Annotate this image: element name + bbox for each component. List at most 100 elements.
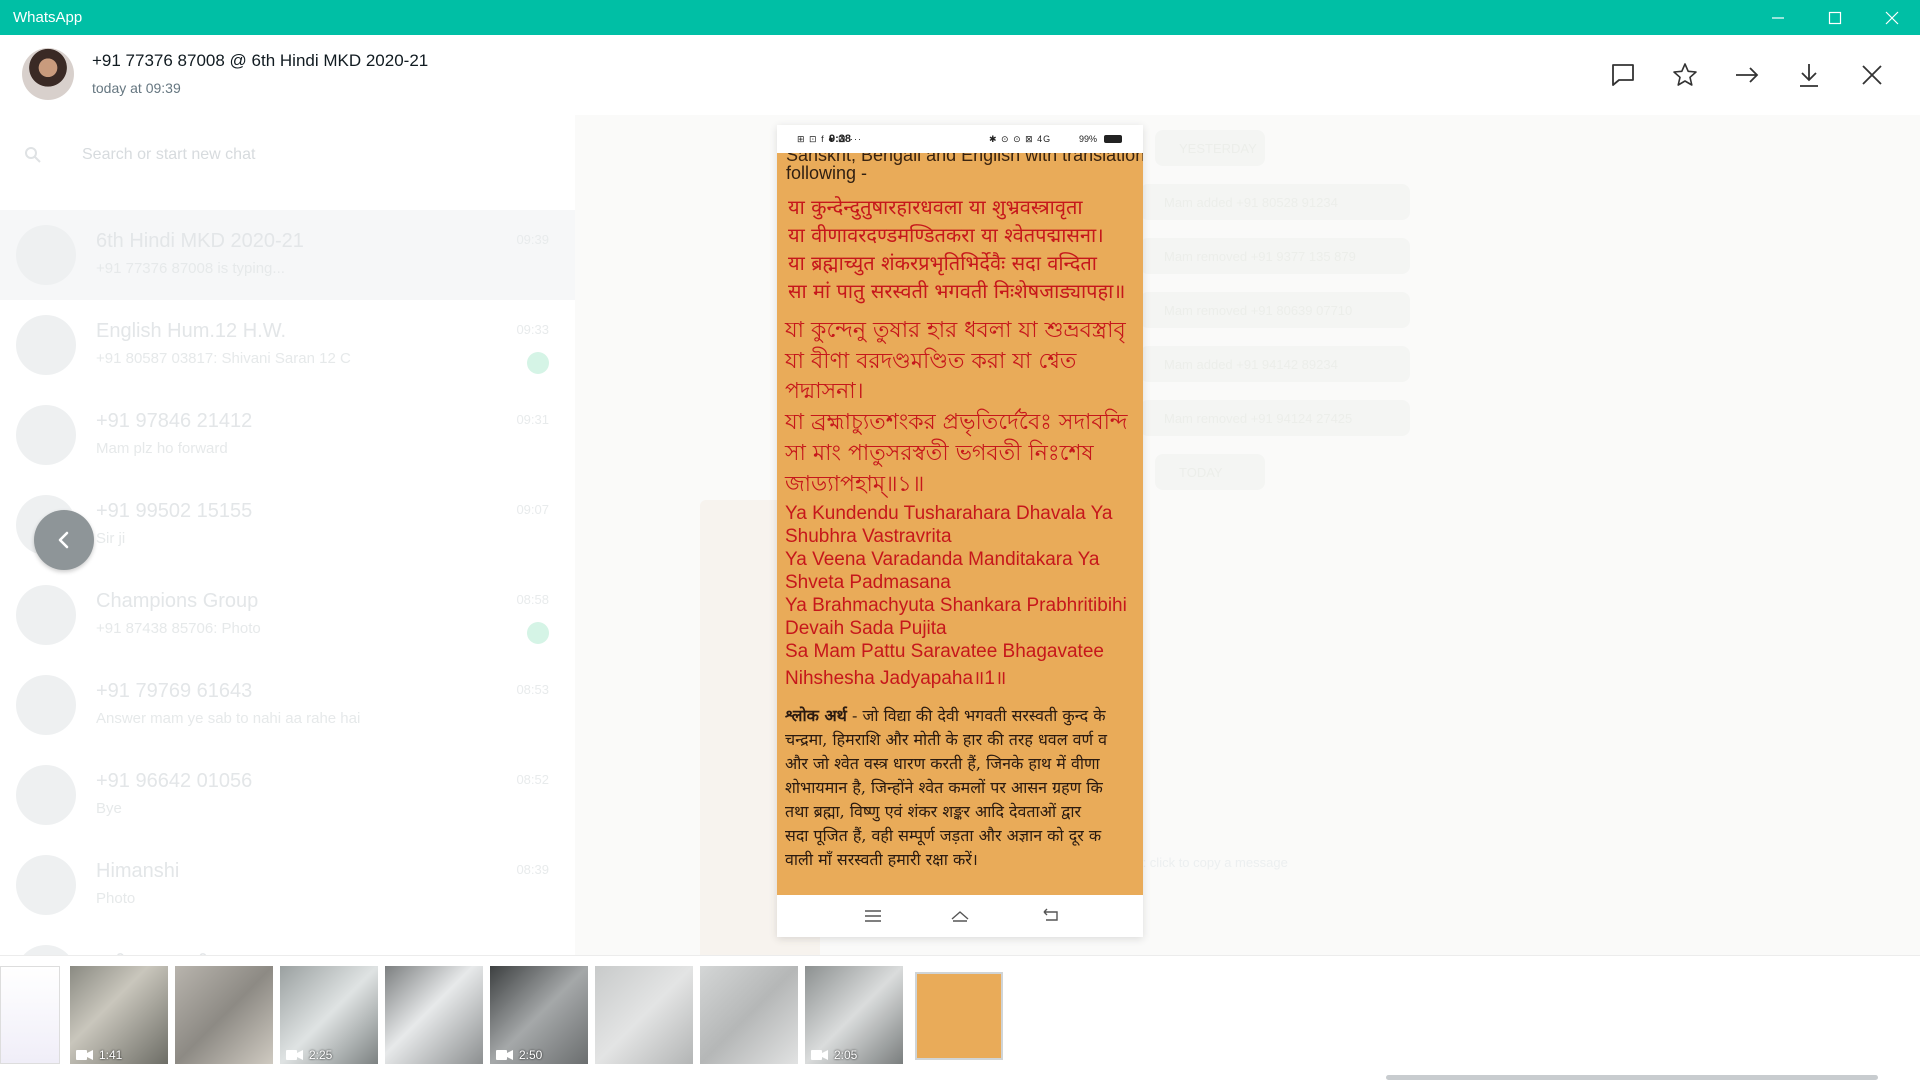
previous-media-button[interactable] xyxy=(34,510,94,570)
meaning-line: और जो श्वेत वस्त्र धारण करती हैं, जिनके … xyxy=(785,754,1100,773)
system-message: Mam removed +91 9377 135 879 xyxy=(1140,238,1410,274)
menu-icon xyxy=(865,910,881,922)
reply-button[interactable] xyxy=(1607,59,1639,91)
chat-name: +91 96642 01056 xyxy=(96,770,253,792)
battery-icon xyxy=(1104,135,1122,143)
system-message: Mam removed +91 80639 07710 xyxy=(1140,292,1410,328)
chat-list-item[interactable]: Himanshi Photo 08:39 xyxy=(0,840,575,930)
avatar[interactable] xyxy=(22,48,74,100)
search-bar: Search or start new chat xyxy=(24,137,544,173)
bengali-line: জাড্যাপহাম্॥১॥ xyxy=(785,472,925,497)
chat-list-item[interactable]: Champions Group +91 87438 85706: Photo 08:… xyxy=(0,570,575,660)
system-message: Mam added +91 80528 91234 xyxy=(1140,184,1410,220)
app-title: WhatsApp xyxy=(13,9,83,26)
chat-list-item[interactable]: +91 96642 01056 Bye 08:52 xyxy=(0,750,575,840)
phone-clock: 9:38 xyxy=(829,133,852,145)
chat-name: +91 79769 61643 xyxy=(96,680,253,702)
duration-text: 1:41 xyxy=(99,1048,123,1062)
chat-time: 09:31 xyxy=(516,412,549,427)
verse-image-content: Sanskrit, Bengali and English with trans… xyxy=(777,153,1143,895)
video-thumbnail[interactable]: 2:05 xyxy=(805,966,903,1064)
image-thumbnail[interactable] xyxy=(175,966,273,1064)
meaning-line: वाली माँ सरस्वती हमारी रक्षा करें। xyxy=(785,850,978,869)
chat-name: English Hum.12 H.W. xyxy=(96,320,287,342)
download-button[interactable] xyxy=(1793,59,1825,91)
back-icon xyxy=(1043,908,1058,921)
video-duration: 2:50 xyxy=(496,1048,542,1062)
search-icon xyxy=(25,147,41,163)
video-duration: 2:25 xyxy=(286,1048,332,1062)
chat-list-item[interactable]: +91 79769 61643 Answer mam ye sab to nahi… xyxy=(0,660,575,750)
chat-avatar xyxy=(16,675,76,735)
chat-time: 09:33 xyxy=(516,322,549,337)
latin-line: Shveta Padmasana xyxy=(785,572,951,593)
chat-name: Champions Group xyxy=(96,590,259,612)
chat-last-message: +91 87438 85706: Photo xyxy=(96,620,261,637)
meaning-text: - जो विद्या की देवी भगवती सरस्वती कुन्द … xyxy=(846,706,1106,725)
meaning-line: सदा पूजित हैं, वही सम्पूर्ण जड़ता और अज्… xyxy=(785,826,1102,845)
image-thumbnail[interactable] xyxy=(700,966,798,1064)
chat-time: 08:58 xyxy=(516,592,549,607)
meaning-line: शोभायमान है, जिन्होंने श्वेत कमलों पर आस… xyxy=(785,778,1103,797)
close-icon xyxy=(1885,11,1899,24)
latin-line: Ya Brahmachyuta Shankara Prabhritibihi xyxy=(785,595,1127,616)
window-titlebar: WhatsApp xyxy=(0,0,1920,35)
video-camera-icon xyxy=(76,1050,93,1060)
devanagari-line: या वीणावरदण्डमण्डितकरा या श्वेतपद्मासना। xyxy=(788,223,1104,247)
chevron-left-icon xyxy=(58,531,69,549)
chat-avatar xyxy=(16,765,76,825)
chat-name: Himanshi xyxy=(96,860,180,882)
devanagari-line: या ब्रह्माच्युत शंकरप्रभृतिभिर्देवैः सदा… xyxy=(788,251,1097,275)
image-thumbnail[interactable] xyxy=(915,972,1003,1060)
image-thumbnail[interactable] xyxy=(385,966,483,1064)
duration-text: 2:25 xyxy=(309,1048,333,1062)
duration-text: 2:50 xyxy=(519,1048,543,1062)
meaning-label: श्लोक अर्थ xyxy=(785,706,847,725)
chat-last-message: Mam plz ho forward xyxy=(96,440,228,457)
system-message: Mam added +91 94142 89234 xyxy=(1140,346,1410,382)
system-message: Mam removed +91 94124 27425 xyxy=(1140,400,1410,436)
chat-time: 09:07 xyxy=(516,502,549,517)
chat-name: 6th Hindi MKD 2020-21 xyxy=(96,230,304,252)
sender-name: +91 77376 87008 @ 6th Hindi MKD 2020-21 xyxy=(92,51,429,70)
chat-time: 09:39 xyxy=(516,232,549,247)
maximize-button[interactable] xyxy=(1807,0,1863,35)
meaning-first-line: श्लोक अर्थ - जो विद्या की देवी भगवती सरस… xyxy=(785,704,1106,726)
following-label: following - xyxy=(786,163,868,183)
status-system-icons: ✱ ⊙ ⊙ ⊠ 4G xyxy=(989,134,1052,144)
chat-avatar xyxy=(16,315,76,375)
video-duration: 1:41 xyxy=(76,1048,122,1062)
battery-level: 99% xyxy=(1079,134,1098,144)
video-thumbnail[interactable]: 2:25 xyxy=(280,966,378,1064)
image-thumbnail[interactable] xyxy=(0,966,60,1064)
reply-icon xyxy=(1612,64,1634,86)
horizontal-scrollbar[interactable] xyxy=(1386,1075,1878,1080)
chat-avatar xyxy=(16,855,76,915)
minimize-button[interactable] xyxy=(1750,0,1806,35)
minimize-icon xyxy=(1772,16,1784,19)
chat-list-item[interactable]: +91 97846 21412 Mam plz ho forward 09:31 xyxy=(0,390,575,480)
video-camera-icon xyxy=(496,1050,513,1060)
chat-avatar xyxy=(16,585,76,645)
window-close-button[interactable] xyxy=(1864,0,1920,35)
latin-line: Devaih Sada Pujita xyxy=(785,618,947,639)
star-button[interactable] xyxy=(1669,59,1701,91)
media-viewer-header: +91 77376 87008 @ 6th Hindi MKD 2020-21 … xyxy=(0,35,1920,115)
latin-line: Ya Kundendu Tusharahara Dhavala Ya xyxy=(785,503,1113,524)
image-thumbnail[interactable] xyxy=(595,966,693,1064)
search-placeholder: Search or start new chat xyxy=(82,146,256,163)
close-viewer-button[interactable] xyxy=(1856,59,1888,91)
duration-text: 2:05 xyxy=(834,1048,858,1062)
meaning-line: तथा ब्रह्मा, विष्णु एवं शंकर शङ्कर आदि द… xyxy=(785,802,1082,821)
unread-badge xyxy=(527,622,549,644)
media-thumbnail-strip: 1:41 2:25 2:50 2:05 xyxy=(0,955,1920,1080)
video-thumbnail[interactable]: 2:50 xyxy=(490,966,588,1064)
chat-list-item[interactable]: 6th Hindi MKD 2020-21 +91 77376 87008 is … xyxy=(0,210,575,300)
forward-button[interactable] xyxy=(1731,59,1763,91)
chat-list-item[interactable]: English Hum.12 H.W. +91 80587 03817: Shiv… xyxy=(0,300,575,390)
video-thumbnail[interactable]: 1:41 xyxy=(70,966,168,1064)
chat-time: 08:53 xyxy=(516,682,549,697)
chat-name: +91 97846 21412 xyxy=(96,410,253,432)
chat-last-message: Sir ji xyxy=(96,530,126,547)
chat-name: +91 99502 15155 xyxy=(96,500,253,522)
